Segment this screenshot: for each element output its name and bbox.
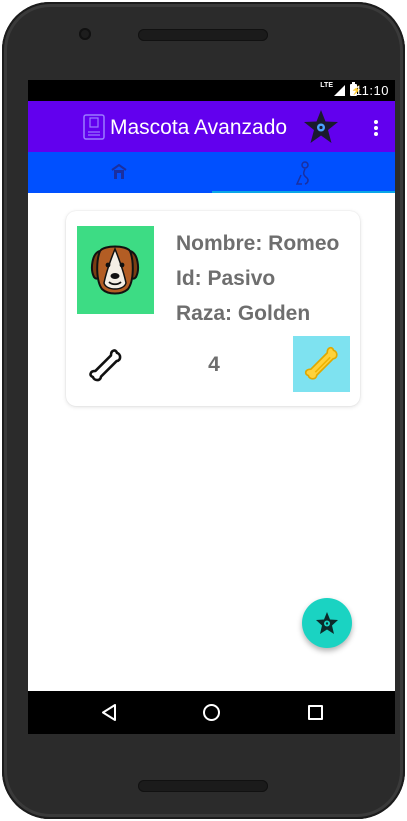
bone-yellow-icon	[304, 346, 338, 380]
bottom-speaker	[138, 780, 268, 792]
tab-pet-profile[interactable]	[212, 152, 395, 193]
phone-frame: LTE ⚡ 11:10 Mascota Avanzado Nombre: Rom…	[0, 0, 407, 821]
back-icon[interactable]	[101, 704, 117, 721]
overflow-menu-icon[interactable]	[364, 118, 386, 138]
fab-star-button[interactable]	[302, 598, 352, 648]
app-bar: Mascota Avanzado	[28, 101, 395, 152]
pet-id: Id: Pasivo	[176, 267, 276, 290]
bone-outline-icon[interactable]	[86, 346, 126, 386]
home-icon	[111, 164, 127, 179]
front-camera	[79, 28, 91, 40]
status-bar: LTE ⚡ 11:10	[28, 80, 395, 101]
pet-name: Nombre: Romeo	[176, 232, 340, 255]
pet-photo	[77, 226, 154, 314]
nav-bar	[28, 691, 395, 734]
signal-icon	[334, 85, 345, 96]
app-title: Mascota Avanzado	[110, 116, 288, 139]
pet-card[interactable]: Nombre: Romeo Id: Pasivo Raza: Golden 4	[66, 211, 360, 406]
clock: 11:10	[354, 83, 389, 98]
pet-breed: Raza: Golden	[176, 302, 311, 325]
phone-icon[interactable]	[83, 114, 105, 145]
recent-apps-icon[interactable]	[308, 705, 323, 720]
network-type: LTE	[320, 82, 333, 89]
home-icon[interactable]	[203, 704, 220, 721]
tab-home[interactable]	[28, 152, 211, 193]
rate-button[interactable]	[293, 336, 350, 392]
screen: LTE ⚡ 11:10 Mascota Avanzado Nombre: Rom…	[28, 80, 395, 734]
dog-face-icon	[91, 245, 139, 295]
tab-bar	[28, 152, 395, 193]
star-icon[interactable]	[303, 109, 339, 150]
pet-profile-icon	[295, 161, 309, 185]
top-speaker	[138, 29, 268, 41]
star-icon	[316, 612, 338, 634]
tab-indicator	[212, 191, 395, 193]
rating-count: 4	[208, 353, 220, 376]
